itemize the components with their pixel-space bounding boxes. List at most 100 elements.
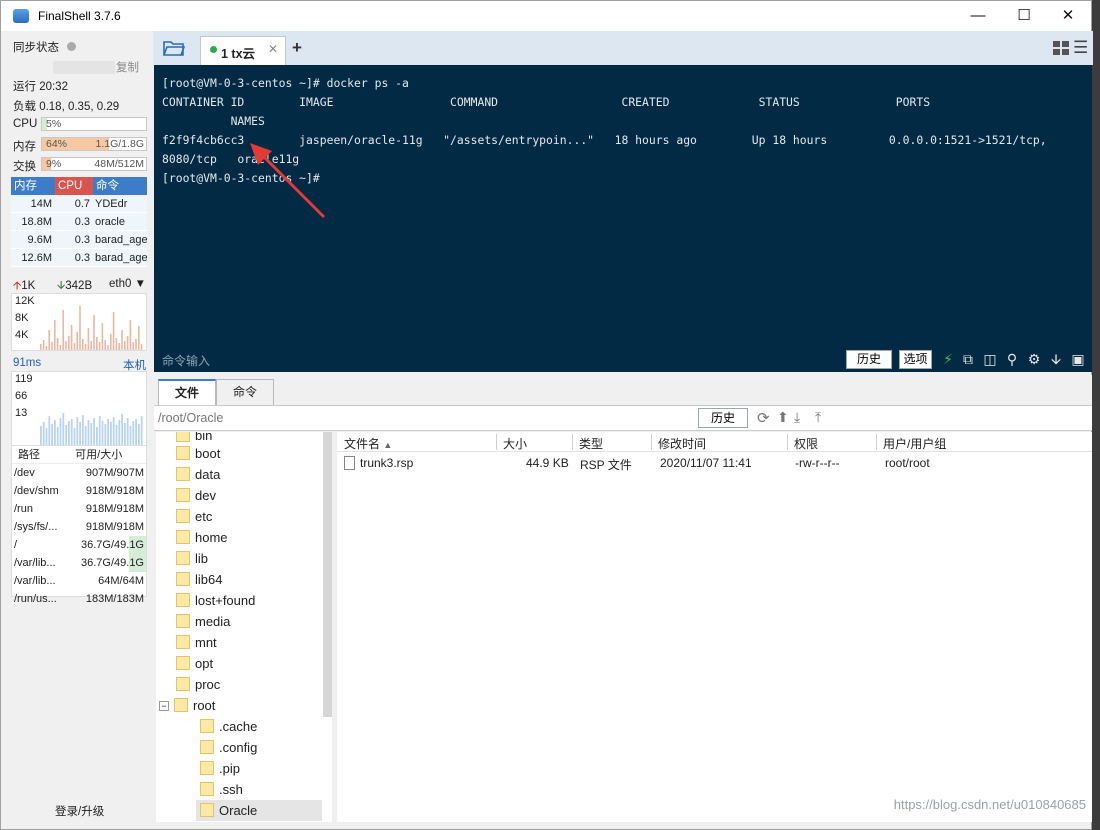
tree-item[interactable]: dev [176, 485, 216, 506]
iface-select[interactable]: eth0 ▼ [109, 278, 146, 290]
tree-item-selected[interactable]: Oracle [196, 800, 322, 821]
tree-item[interactable]: opt [176, 653, 213, 674]
proc-header-cmd[interactable]: 命令 [93, 177, 147, 195]
window-icon[interactable]: ▣ [1070, 351, 1086, 367]
tree-item-label: .ssh [219, 782, 243, 797]
close-button[interactable]: ✕ [1045, 1, 1091, 31]
tree-item[interactable]: etc [176, 506, 212, 527]
command-input-field[interactable]: 命令输入 [162, 352, 210, 369]
tree-item[interactable]: .cache [200, 716, 257, 737]
process-row[interactable]: 18.8M 0.3 oracle [11, 213, 147, 231]
folder-icon [200, 740, 214, 754]
file-panel-tabs: 文件 命令 [154, 375, 1092, 405]
tree-item[interactable]: media [176, 611, 230, 632]
tab-close-icon[interactable]: ✕ [268, 42, 278, 56]
mem-usage-bar: 64% 1.1G/1.8G [41, 137, 147, 151]
net-down-value: 342B [65, 280, 93, 292]
tree-item[interactable]: home [176, 527, 228, 548]
col-name[interactable]: 文件名 ▲ [344, 435, 392, 452]
file-row[interactable]: trunk3.rsp 44.9 KB RSP 文件 2020/11/07 11:… [337, 453, 1092, 473]
login-upgrade-link[interactable]: 登录/升级 [55, 803, 104, 819]
process-row[interactable]: 12.6M 0.3 barad_age [11, 249, 147, 267]
folder-open-icon[interactable] [163, 39, 185, 57]
tree-item[interactable]: lost+found [176, 590, 255, 611]
tree-item[interactable]: .ssh [200, 779, 243, 800]
download-arrow-icon[interactable]: 🡫 [1048, 351, 1064, 367]
history-button[interactable]: 历史 [846, 350, 892, 369]
net-bar [101, 323, 104, 350]
col-size[interactable]: 大小 [503, 435, 527, 452]
tree-item[interactable]: − root [159, 695, 215, 716]
up-dir-icon[interactable]: ⬆ [777, 409, 789, 426]
disk-path: /var/lib... [14, 557, 56, 569]
copy-icon[interactable]: ⧉ [960, 351, 976, 367]
collapse-icon[interactable]: − [159, 701, 169, 711]
download-icon[interactable]: ⤓ [794, 409, 800, 426]
tab-commands[interactable]: 命令 [216, 379, 274, 405]
column-divider[interactable] [876, 434, 877, 450]
ping-bar [90, 423, 93, 446]
tree-item[interactable]: lib64 [176, 569, 222, 590]
tree-item[interactable]: .config [200, 737, 257, 758]
add-tab-icon[interactable]: + [292, 38, 302, 58]
col-mtime[interactable]: 修改时间 [658, 435, 706, 452]
column-divider[interactable] [651, 434, 652, 450]
maximize-button[interactable]: ☐ [1001, 1, 1047, 31]
disk-header-path[interactable]: 路径 [12, 446, 71, 463]
tree-item[interactable]: mnt [176, 632, 217, 653]
disk-row[interactable]: /var/lib... 36.7G/49.1G [12, 554, 146, 572]
tree-item[interactable]: lib [176, 548, 208, 569]
paste-icon[interactable]: ◫ [982, 351, 998, 367]
col-owner[interactable]: 用户/用户组 [883, 435, 946, 452]
path-history-button[interactable]: 历史 [698, 408, 748, 428]
disk-row[interactable]: / 36.7G/49.1G [12, 536, 146, 554]
ping-scale-top: 119 [15, 373, 33, 385]
disk-row[interactable]: /sys/fs/... 918M/918M [12, 518, 146, 536]
col-type[interactable]: 类型 [579, 435, 603, 452]
terminal-output[interactable]: [root@VM-0-3-centos ~]# docker ps -a CON… [154, 65, 1092, 372]
disk-header-avail[interactable]: 可用/大小 [71, 446, 146, 463]
folder-icon [200, 803, 214, 817]
tree-item[interactable]: .pip [200, 758, 240, 779]
refresh-icon[interactable]: ⟳ [757, 409, 770, 427]
search-icon[interactable]: ⚲ [1004, 351, 1020, 367]
ping-bar [65, 425, 67, 446]
process-row[interactable]: 9.6M 0.3 barad_age [11, 231, 147, 249]
disk-row[interactable]: /run 918M/918M [12, 500, 146, 518]
col-perm[interactable]: 权限 [794, 435, 818, 452]
column-divider[interactable] [787, 434, 788, 450]
proc-header-mem[interactable]: 内存 [11, 177, 55, 195]
column-divider[interactable] [496, 434, 497, 450]
menu-icon[interactable]: ☰ [1073, 38, 1088, 58]
disk-row[interactable]: /dev/shm 918M/918M [12, 482, 146, 500]
net-bar [104, 340, 106, 350]
tab-session-1[interactable]: 1 tx云 ✕ [200, 36, 286, 65]
annotation-arrow [250, 143, 326, 219]
file-size: 44.9 KB [526, 456, 569, 470]
tree-item[interactable]: boot [176, 443, 220, 464]
layout-grid-icon[interactable] [1053, 41, 1069, 55]
options-button[interactable]: 选项 [899, 350, 932, 369]
tree-item[interactable]: proc [176, 674, 220, 695]
path-input[interactable]: /root/Oracle [158, 411, 223, 425]
gear-icon[interactable]: ⚙ [1026, 351, 1042, 367]
lightning-icon[interactable]: ⚡ [940, 351, 956, 367]
copy-button[interactable]: 复制 [116, 59, 139, 75]
ping-bar [54, 420, 56, 446]
proc-header-cpu[interactable]: CPU [55, 177, 93, 195]
minimize-button[interactable]: — [955, 1, 1001, 31]
disk-row[interactable]: /dev 907M/907M [12, 464, 146, 482]
folder-icon [176, 656, 190, 670]
sort-asc-icon: ▲ [383, 440, 393, 450]
tree-scrollbar[interactable] [323, 432, 332, 717]
column-divider[interactable] [572, 434, 573, 450]
cpu-label: CPU [13, 118, 38, 130]
upload-icon[interactable]: ⤒ [815, 409, 821, 426]
disk-avail: 907M/907M [85, 467, 144, 479]
disk-row[interactable]: /run/us... 183M/183M [12, 590, 146, 608]
tree-item-label: lib64 [195, 572, 223, 587]
tab-files[interactable]: 文件 [158, 379, 216, 405]
tree-item[interactable]: data [176, 464, 220, 485]
disk-row[interactable]: /var/lib... 64M/64M [12, 572, 146, 590]
process-row[interactable]: 14M 0.7 YDEdr [11, 195, 147, 213]
